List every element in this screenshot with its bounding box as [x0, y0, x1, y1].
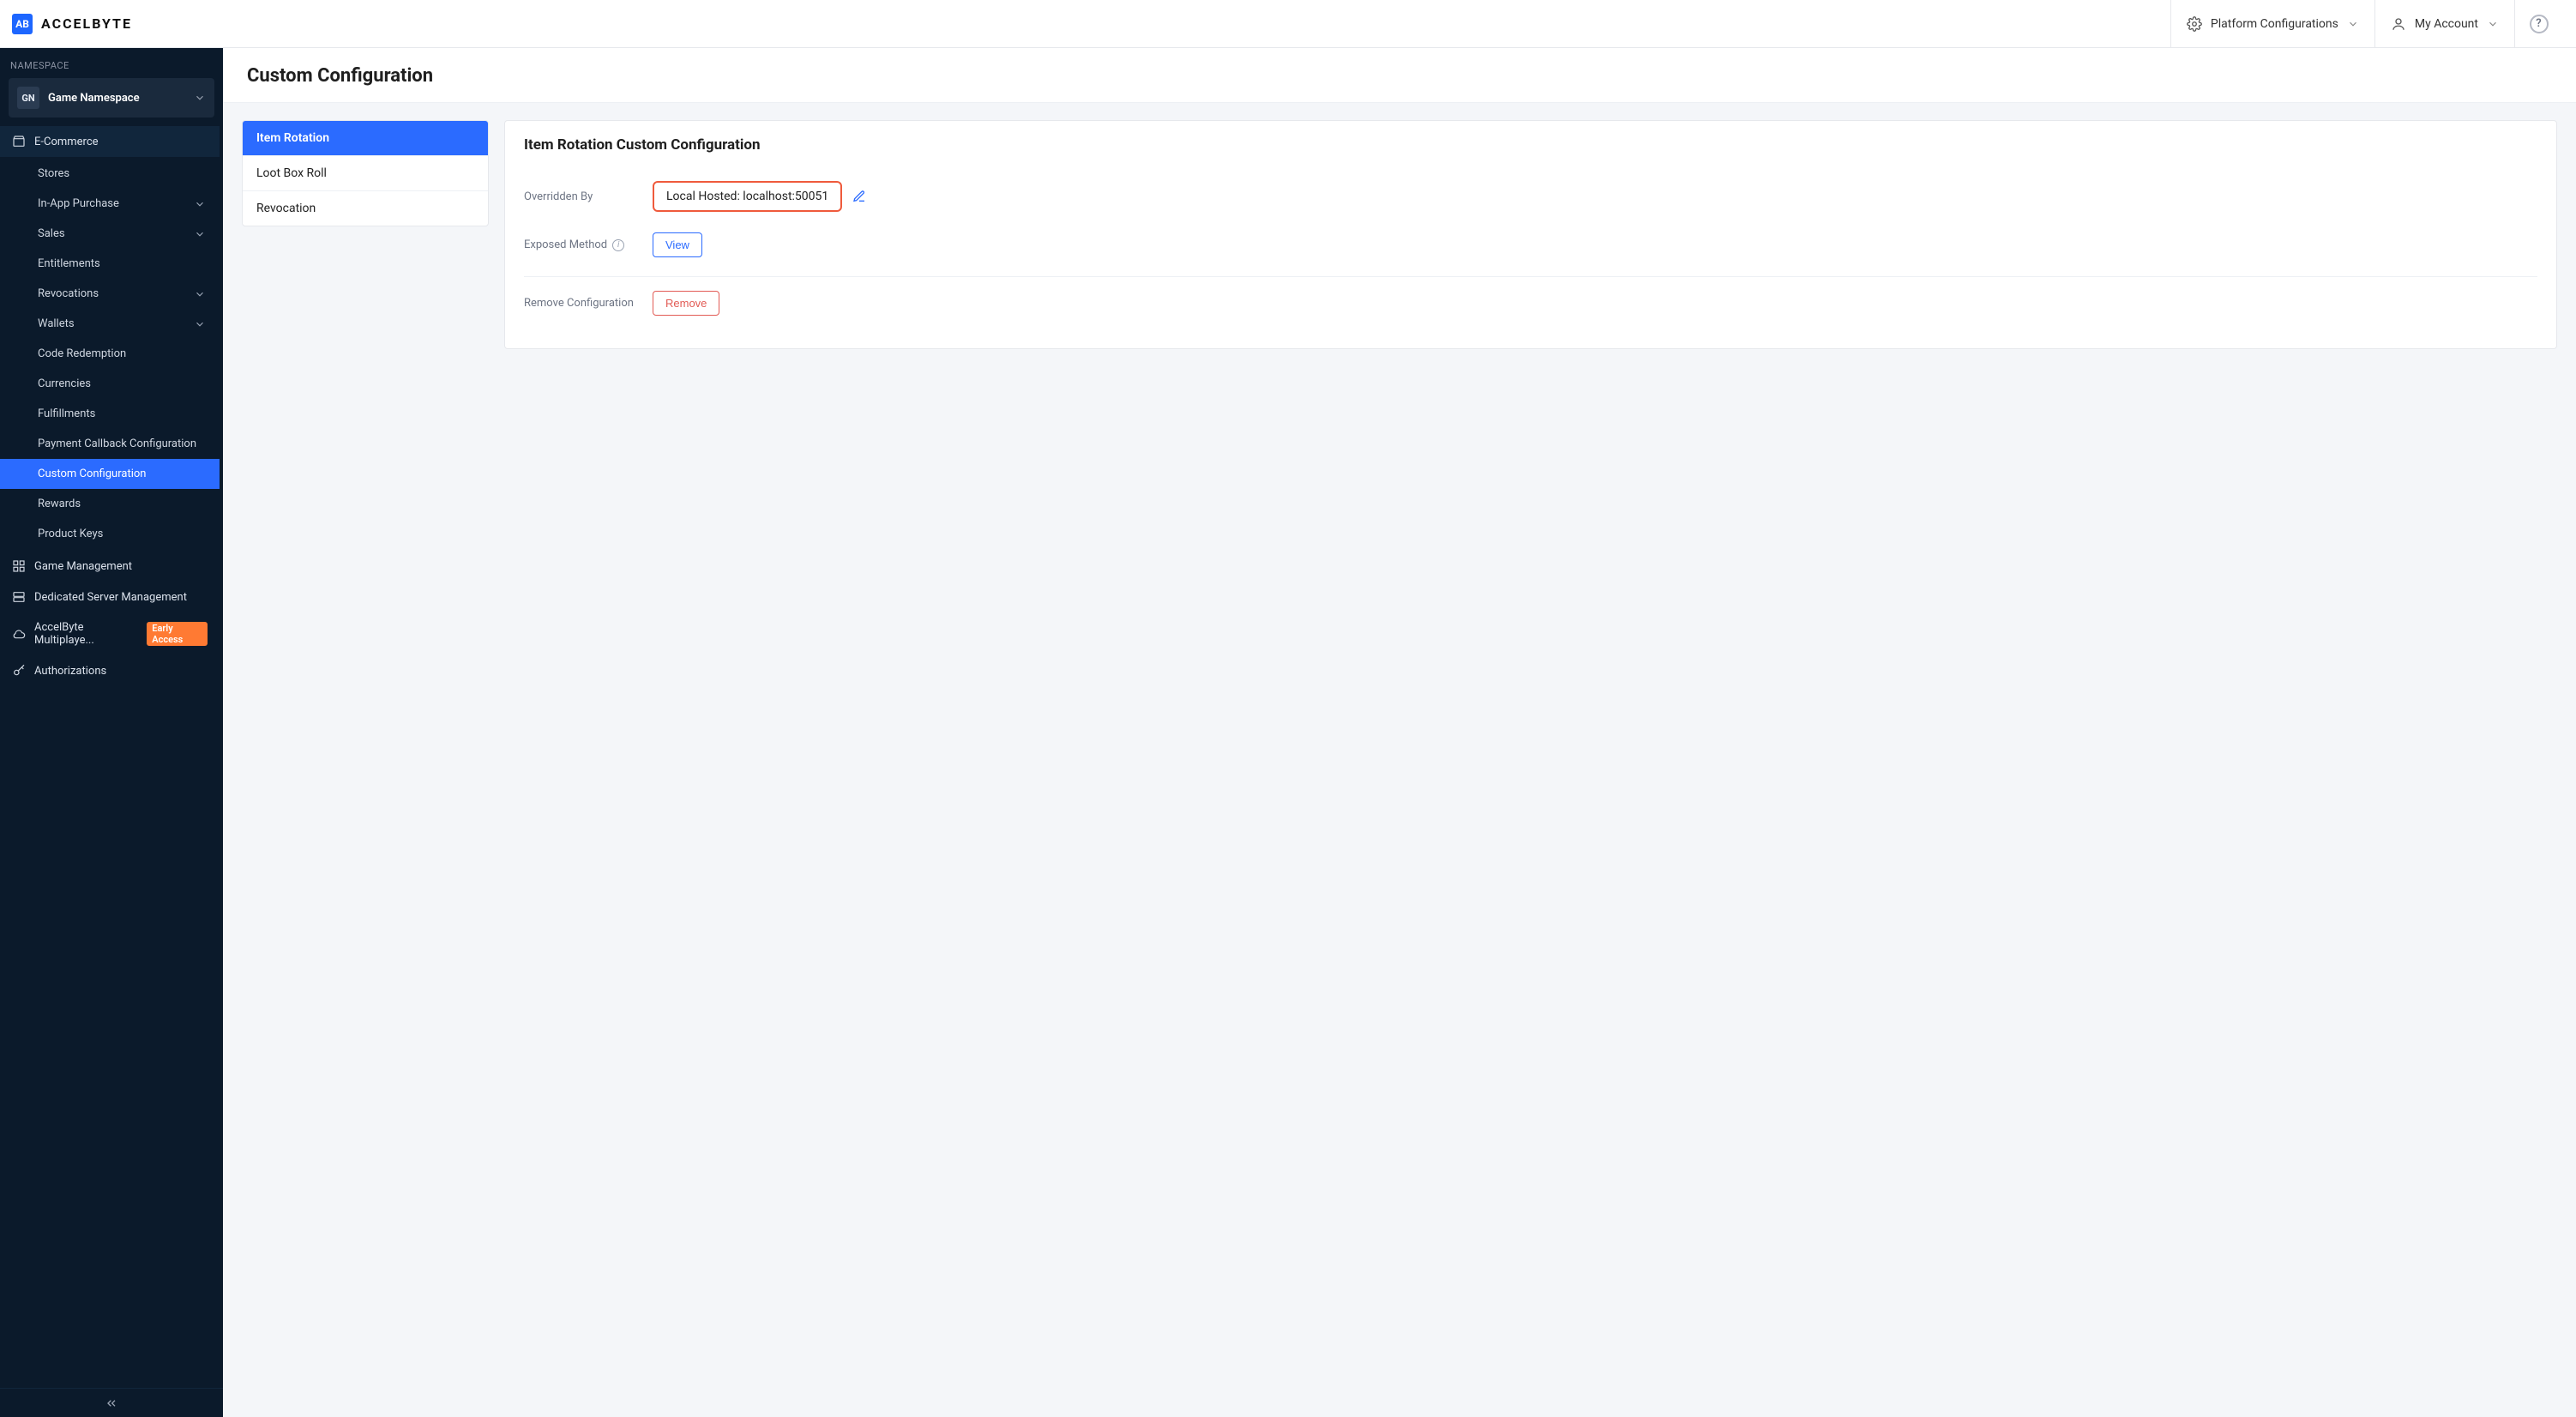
namespace-badge: GN [17, 87, 39, 109]
sidebar-section-ecommerce[interactable]: E-Commerce [0, 126, 220, 157]
sidebar-item-label: Fulfillments [38, 407, 95, 420]
sidebar-item-label: In-App Purchase [38, 197, 119, 210]
sidebar-item-fulfillments[interactable]: Fulfillments [0, 399, 220, 429]
sidebar-item-rewards[interactable]: Rewards [0, 489, 220, 519]
key-icon [12, 664, 26, 678]
sidebar-item-sales[interactable]: Sales [0, 219, 220, 249]
sidebar-item-label: Stores [38, 167, 69, 180]
config-tabs-card: Item Rotation Loot Box Roll Revocation [242, 120, 489, 226]
sidebar-item-revocations[interactable]: Revocations [0, 279, 220, 309]
view-button[interactable]: View [653, 232, 702, 257]
sidebar-item-product-keys[interactable]: Product Keys [0, 519, 220, 549]
sidebar-section-label: AccelByte Multiplaye... [34, 621, 138, 647]
row-exposed-method: Exposed Method i View [524, 222, 2537, 268]
topbar-actions: Platform Configurations My Account ? [2170, 0, 2562, 47]
overridden-by-label: Overridden By [524, 190, 653, 203]
overridden-by-value: Local Hosted: localhost:50051 [653, 181, 842, 212]
early-access-badge: Early Access [147, 622, 208, 646]
sidebar-item-payment-callback-config[interactable]: Payment Callback Configuration [0, 429, 220, 459]
namespace-selector[interactable]: GN Game Namespace [9, 78, 214, 118]
namespace-heading: NAMESPACE [0, 48, 223, 78]
sidebar-item-label: Custom Configuration [38, 467, 146, 480]
brand-name: ACCELBYTE [41, 15, 132, 32]
sidebar-section-authorizations[interactable]: Authorizations [0, 655, 220, 686]
row-remove-configuration: Remove Configuration Remove [524, 280, 2537, 326]
sidebar-section-accelbyte-multiplayer[interactable]: AccelByte Multiplaye... Early Access [0, 612, 220, 655]
my-account-menu[interactable]: My Account [2374, 0, 2514, 47]
brand-mark-icon: AB [12, 14, 33, 34]
sidebar-section-dedicated-server-management[interactable]: Dedicated Server Management [0, 582, 220, 612]
pencil-icon [852, 190, 866, 203]
sidebar-collapse-button[interactable] [0, 1388, 223, 1417]
remove-button[interactable]: Remove [653, 291, 719, 316]
chevron-double-left-icon [105, 1396, 118, 1410]
sidebar-item-label: Code Redemption [38, 347, 126, 360]
panel-title: Item Rotation Custom Configuration [524, 136, 2537, 154]
config-panel: Item Rotation Custom Configuration Overr… [504, 120, 2557, 349]
sidebar-item-label: Wallets [38, 317, 75, 330]
main: Custom Configuration Item Rotation Loot … [223, 48, 2576, 1417]
sidebar-item-label: Entitlements [38, 257, 100, 270]
sidebar-section-label: E-Commerce [34, 136, 99, 148]
info-icon[interactable]: i [612, 239, 624, 251]
sidebar-section-game-management[interactable]: Game Management [0, 551, 220, 582]
brand: AB ACCELBYTE [12, 14, 132, 34]
sidebar-item-custom-configuration[interactable]: Custom Configuration [0, 459, 220, 489]
topbar: AB ACCELBYTE Platform Configurations [0, 0, 2576, 48]
sidebar-item-label: Revocations [38, 287, 99, 300]
tab-revocation[interactable]: Revocation [243, 191, 488, 226]
divider [524, 276, 2537, 277]
ecommerce-subitems: Stores In-App Purchase Sales Entitlement… [0, 157, 220, 551]
remove-configuration-label: Remove Configuration [524, 297, 653, 310]
sidebar-item-label: Sales [38, 227, 65, 240]
sidebar-item-label: Payment Callback Configuration [38, 437, 196, 450]
server-icon [12, 590, 26, 604]
chevron-down-icon [194, 228, 206, 240]
gear-icon [2187, 16, 2202, 32]
sidebar-item-in-app-purchase[interactable]: In-App Purchase [0, 189, 220, 219]
sidebar-item-wallets[interactable]: Wallets [0, 309, 220, 339]
help-icon: ? [2530, 15, 2549, 33]
edit-overridden-by-button[interactable] [852, 190, 866, 203]
sidebar-nav[interactable]: E-Commerce Stores In-App Purchase Sales … [0, 126, 223, 1388]
sidebar-section-label: Game Management [34, 560, 132, 573]
row-overridden-by: Overridden By Local Hosted: localhost:50… [524, 171, 2537, 222]
my-account-label: My Account [2415, 17, 2478, 31]
exposed-method-label: Exposed Method [524, 238, 607, 251]
sidebar-item-label: Currencies [38, 377, 91, 390]
sidebar-item-currencies[interactable]: Currencies [0, 369, 220, 399]
chevron-down-icon [194, 288, 206, 300]
cloud-icon [12, 627, 26, 641]
sidebar-item-label: Rewards [38, 497, 81, 510]
sidebar: NAMESPACE GN Game Namespace E-Commerce S… [0, 48, 223, 1417]
platform-configurations-label: Platform Configurations [2211, 17, 2338, 31]
user-icon [2391, 16, 2406, 32]
chevron-down-icon [2487, 18, 2499, 30]
sidebar-item-code-redemption[interactable]: Code Redemption [0, 339, 220, 369]
content: Item Rotation Loot Box Roll Revocation I… [223, 103, 2576, 1417]
sidebar-item-stores[interactable]: Stores [0, 159, 220, 189]
chevron-down-icon [194, 198, 206, 210]
sidebar-item-label: Product Keys [38, 528, 103, 540]
tab-loot-box-roll[interactable]: Loot Box Roll [243, 156, 488, 191]
chevron-down-icon [194, 318, 206, 330]
help-button[interactable]: ? [2514, 0, 2562, 47]
tab-item-rotation[interactable]: Item Rotation [243, 121, 488, 156]
sidebar-section-label: Authorizations [34, 665, 106, 678]
sidebar-section-label: Dedicated Server Management [34, 591, 187, 604]
platform-configurations-menu[interactable]: Platform Configurations [2170, 0, 2374, 47]
namespace-name: Game Namespace [48, 92, 185, 105]
chevron-down-icon [2347, 18, 2359, 30]
store-icon [12, 135, 26, 148]
page-title: Custom Configuration [223, 48, 2576, 103]
grid-icon [12, 559, 26, 573]
chevron-down-icon [194, 92, 206, 104]
sidebar-item-entitlements[interactable]: Entitlements [0, 249, 220, 279]
